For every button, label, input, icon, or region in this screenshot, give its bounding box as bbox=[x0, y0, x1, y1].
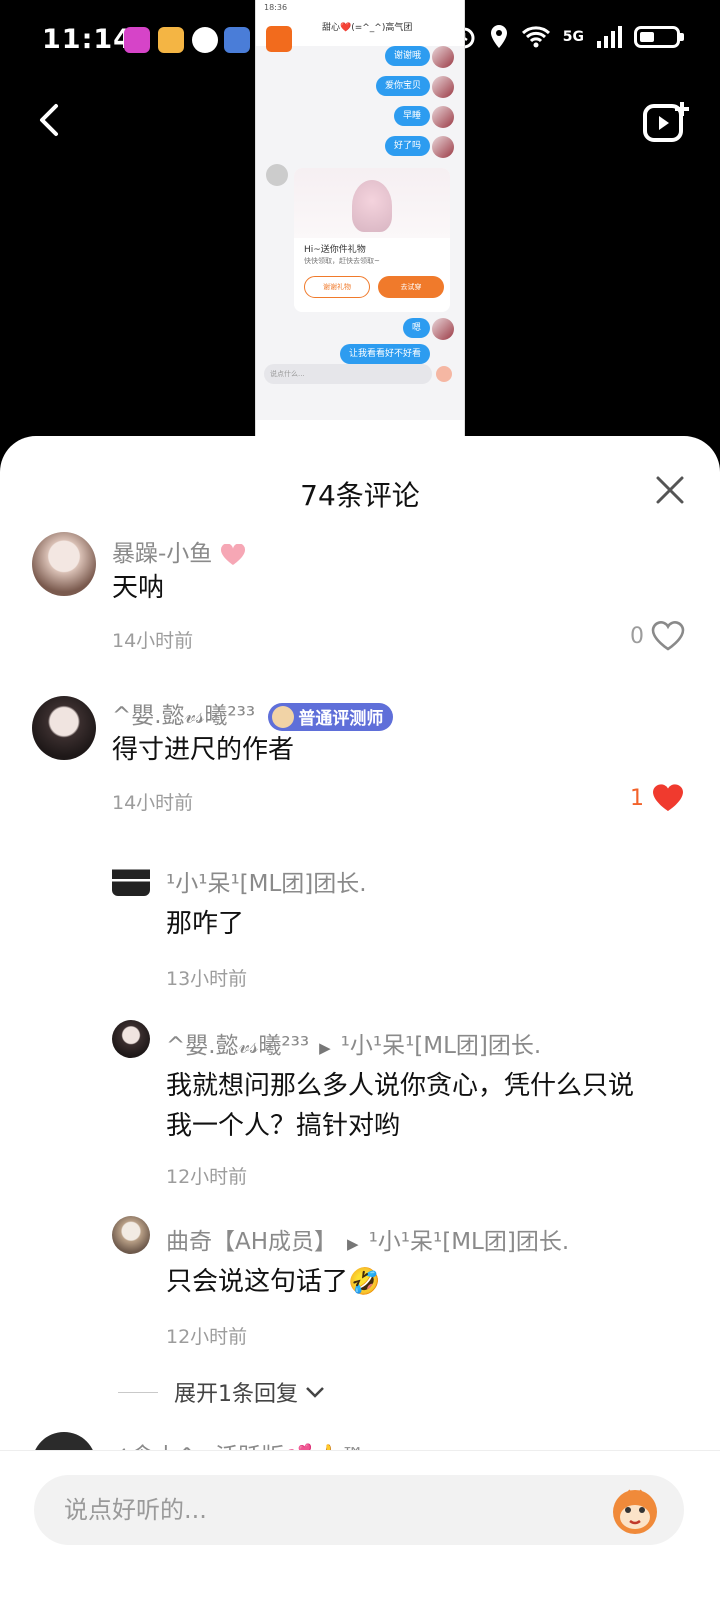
preview-avatar bbox=[432, 318, 454, 340]
like-button[interactable]: 0 bbox=[630, 620, 686, 652]
preview-send-icon bbox=[436, 366, 452, 382]
reply-time: 12小时前 bbox=[166, 1326, 248, 1348]
heart-outline-icon bbox=[651, 621, 685, 651]
reply-author[interactable]: ^嬰.懿𝓋𝓈曦²³³ ▶ ¹小¹呆¹[ML团]团长. bbox=[166, 1026, 541, 1060]
reply-text: 我就想问那么多人说你贪心，凭什么只说 我一个人？搞针对哟 bbox=[166, 1066, 634, 1146]
comment-item: 暴躁-小鱼 天呐 14小时前 0 bbox=[0, 532, 720, 662]
expand-replies-label: 展开1条回复 bbox=[174, 1382, 298, 1407]
comment-item-partial: ✍念小^ꪆ活跃版💕👍™ bbox=[0, 1432, 720, 1452]
reply-author[interactable]: 曲奇【AH成员】 ▶ ¹小¹呆¹[ML团]团长. bbox=[166, 1222, 569, 1256]
wallet-app-icon bbox=[224, 27, 250, 53]
reply-to-name[interactable]: ¹小¹呆¹[ML团]团长. bbox=[341, 1033, 542, 1059]
author-name[interactable]: 曲奇【AH成员】 bbox=[166, 1229, 337, 1255]
preview-chat-title: 甜心❤️(=^_^)高气团 bbox=[322, 23, 413, 33]
preview-bubble: 早睡 bbox=[393, 106, 430, 126]
comment-author[interactable]: ^嬰.懿𝓋𝓈曦²³³ 普通评测师 bbox=[112, 696, 394, 731]
comment-text: 天呐 bbox=[112, 573, 165, 603]
reply-item: ¹小¹呆¹[ML团]团长. 那咋了 13小时前 bbox=[0, 858, 720, 990]
monkey-emoji-icon[interactable] bbox=[608, 1483, 662, 1537]
back-arrow-icon[interactable] bbox=[30, 100, 70, 140]
comment-text: 得寸进尺的作者 bbox=[112, 735, 295, 765]
comment-time: 14小时前 bbox=[112, 630, 194, 652]
reply-text-line: 我就想问那么多人说你贪心，凭什么只说 bbox=[166, 1071, 635, 1101]
preview-card-right-button: 去试穿 bbox=[378, 276, 444, 298]
preview-header: 18:36 甜心❤️(=^_^)高气团 bbox=[256, 0, 464, 52]
preview-bubble: 让我看看好不好看 bbox=[339, 344, 430, 364]
avatar[interactable] bbox=[112, 858, 150, 896]
preview-gift-image bbox=[294, 168, 450, 238]
preview-bubble: 谢谢哦 bbox=[384, 46, 430, 66]
comment-count-title: 74条评论 bbox=[300, 479, 420, 512]
wifi-icon bbox=[521, 26, 550, 48]
preview-bubble: 好了吗 bbox=[384, 136, 430, 156]
preview-card-subtitle: 快快领取，赶快去领取~ bbox=[304, 257, 380, 265]
like-button[interactable]: 1 bbox=[630, 782, 686, 814]
preview-bubble: 嗯 bbox=[402, 318, 430, 338]
reply-time: 13小时前 bbox=[166, 968, 248, 990]
preview-status-time: 18:36 bbox=[264, 3, 288, 12]
add-video-icon[interactable] bbox=[642, 100, 690, 146]
preview-bubble: 爱你宝贝 bbox=[375, 76, 430, 96]
preview-avatar bbox=[432, 106, 454, 128]
network-label: 5G bbox=[562, 29, 584, 45]
preview-input: 说点什么... bbox=[264, 364, 432, 384]
badge-label: 普通评测师 bbox=[298, 709, 384, 729]
preview-avatar bbox=[432, 76, 454, 98]
preview-card-left-button: 谢谢礼物 bbox=[304, 276, 370, 298]
signal-icon bbox=[597, 26, 622, 48]
preview-app-logo bbox=[266, 26, 292, 52]
author-name[interactable]: ^嬰.懿𝓋𝓈曦²³³ bbox=[112, 703, 255, 729]
close-icon[interactable] bbox=[650, 470, 690, 510]
reply-arrow-icon: ▶ bbox=[347, 1235, 359, 1253]
status-icons: 5G bbox=[451, 24, 684, 50]
video-app-icon bbox=[124, 27, 150, 53]
badge-face-icon bbox=[272, 705, 295, 728]
preview-avatar bbox=[432, 136, 454, 158]
reply-text: 只会说这句话了🤣 bbox=[166, 1267, 381, 1297]
hand-app-icon bbox=[192, 27, 218, 53]
reply-to-name[interactable]: ¹小¹呆¹[ML团]团长. bbox=[369, 1229, 570, 1255]
avatar[interactable] bbox=[112, 1020, 150, 1058]
heart-emoji-icon bbox=[220, 542, 245, 565]
like-count: 0 bbox=[630, 623, 644, 649]
reply-text-line: 我一个人？搞针对哟 bbox=[166, 1111, 401, 1141]
comment-sheet: 74条评论 暴躁-小鱼 天呐 14小时前 0 ^嬰.懿𝓋𝓈曦²³³ 普通评测师 … bbox=[0, 436, 720, 1610]
comment-author[interactable]: 暴躁-小鱼 bbox=[112, 534, 246, 568]
avatar[interactable] bbox=[32, 1432, 96, 1452]
expand-replies-button[interactable]: 展开1条回复 bbox=[118, 1376, 326, 1408]
reply-arrow-icon: ▶ bbox=[319, 1039, 331, 1057]
chevron-down-icon bbox=[306, 1387, 324, 1398]
comment-input[interactable]: 说点好听的... bbox=[34, 1475, 684, 1545]
comment-input-bar: 说点好听的... bbox=[0, 1450, 720, 1610]
weather-app-icon bbox=[158, 27, 184, 53]
preview-gift-card: Hi~送你件礼物 快快领取，赶快去领取~ 谢谢礼物 去试穿 bbox=[294, 168, 450, 312]
reply-item: ^嬰.懿𝓋𝓈曦²³³ ▶ ¹小¹呆¹[ML团]团长. 我就想问那么多人说你贪心，凭什… bbox=[0, 1020, 720, 1190]
avatar[interactable] bbox=[112, 1216, 150, 1254]
avatar[interactable] bbox=[32, 532, 96, 596]
like-count: 1 bbox=[630, 785, 644, 811]
reviewer-badge[interactable]: 普通评测师 bbox=[268, 702, 394, 731]
comment-item: ^嬰.懿𝓋𝓈曦²³³ 普通评测师 得寸进尺的作者 14小时前 1 bbox=[0, 694, 720, 824]
screenshot-preview[interactable]: 18:36 甜心❤️(=^_^)高气团 谢谢哦 爱你宝贝 早睡 好了吗 Hi~送… bbox=[255, 0, 465, 456]
preview-avatar bbox=[266, 164, 288, 186]
author-name[interactable]: 暴躁-小鱼 bbox=[112, 541, 212, 567]
heart-filled-icon bbox=[653, 784, 683, 811]
status-time: 11:14 bbox=[42, 24, 133, 55]
battery-icon bbox=[634, 26, 684, 48]
reply-author[interactable]: ¹小¹呆¹[ML团]团长. bbox=[166, 864, 367, 898]
reply-text: 那咋了 bbox=[166, 909, 245, 939]
divider bbox=[118, 1391, 158, 1393]
preview-avatar bbox=[432, 46, 454, 68]
location-icon bbox=[490, 25, 507, 48]
preview-card-title: Hi~送你件礼物 bbox=[304, 245, 366, 255]
avatar[interactable] bbox=[32, 696, 96, 760]
reply-time: 12小时前 bbox=[166, 1166, 248, 1188]
comment-time: 14小时前 bbox=[112, 792, 194, 814]
author-name[interactable]: ^嬰.懿𝓋𝓈曦²³³ bbox=[166, 1033, 309, 1059]
reply-item: 曲奇【AH成员】 ▶ ¹小¹呆¹[ML团]团长. 只会说这句话了🤣 12小时前 bbox=[0, 1216, 720, 1348]
